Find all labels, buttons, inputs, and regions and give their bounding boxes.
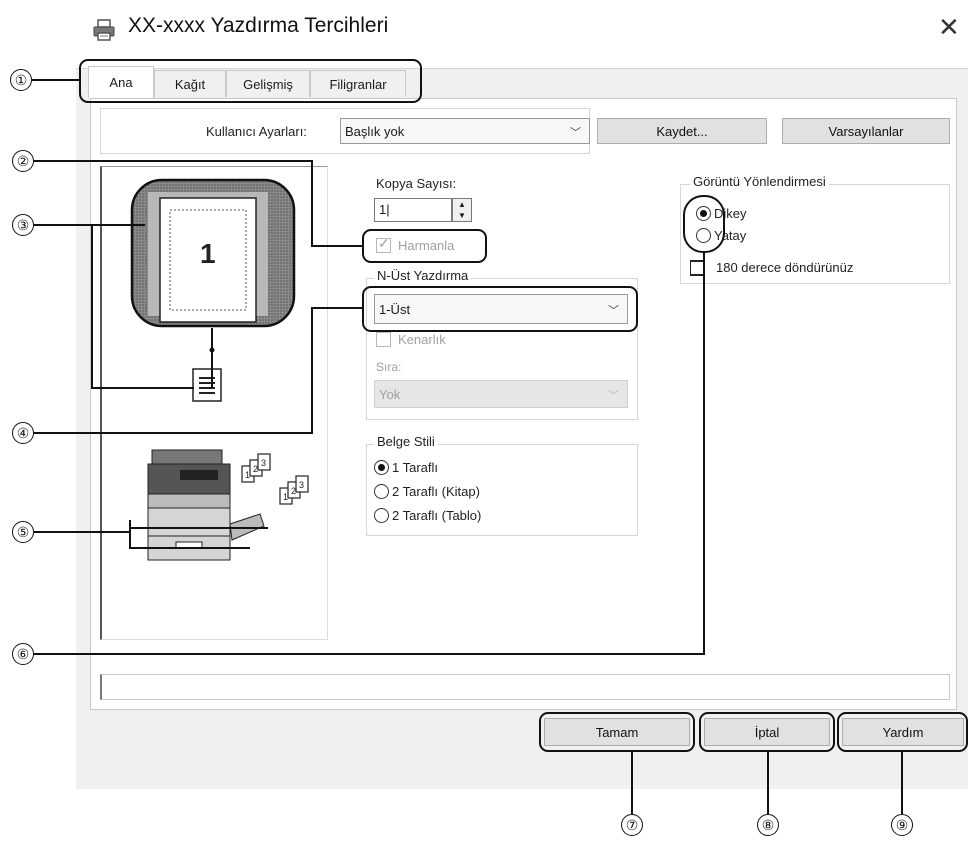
callout-number-9: ⑨ [891, 814, 913, 836]
callout-number-6: ⑥ [12, 643, 34, 665]
callout-number-3: ③ [12, 214, 34, 236]
callout-number-2: ② [12, 150, 34, 172]
callout-number-8: ⑧ [757, 814, 779, 836]
callout-number-1: ① [10, 69, 32, 91]
callout-number-4: ④ [12, 422, 34, 444]
callout-number-5: ⑤ [12, 521, 34, 543]
callout-number-7: ⑦ [621, 814, 643, 836]
callout-leader-lines [32, 79, 903, 814]
